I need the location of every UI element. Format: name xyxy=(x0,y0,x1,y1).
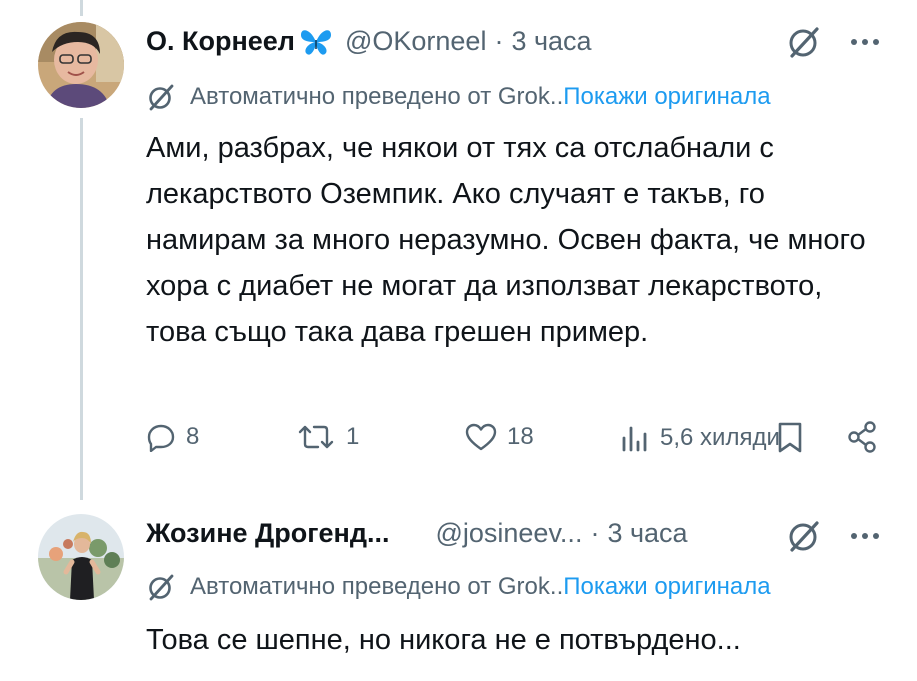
heart-icon xyxy=(465,423,497,451)
avatar[interactable] xyxy=(38,514,124,600)
reply-button[interactable]: 8 xyxy=(146,422,199,452)
author-name[interactable]: О. Корнеел xyxy=(146,26,295,57)
avatar[interactable] xyxy=(38,22,124,108)
grok-icon xyxy=(146,82,180,112)
tweet[interactable]: Жозине Дрогенд... @josineev... · 3 часа … xyxy=(0,500,917,681)
analytics-icon xyxy=(622,426,647,452)
translation-note: Автоматично преведено от Grok.. xyxy=(190,573,564,600)
translation-notice: Автоматично преведено от Grok.. Покажи о… xyxy=(146,82,771,112)
views-button[interactable]: 5,6 хиляди xyxy=(620,424,780,452)
bookmark-button[interactable] xyxy=(775,420,805,454)
action-bar: 8 1 18 5,6 хиляди xyxy=(0,420,917,460)
share-button[interactable] xyxy=(846,420,878,454)
author-handle[interactable]: @josineev... xyxy=(435,518,582,549)
show-original-link[interactable]: Покажи оригинала xyxy=(563,573,770,601)
more-options-icon[interactable] xyxy=(845,22,885,62)
grok-icon[interactable] xyxy=(784,516,824,556)
tweet-header: Жозине Дрогенд... @josineev... · 3 часа xyxy=(146,518,688,549)
tweet[interactable]: О. Корнеел @OKorneel · 3 часа Автоматичн… xyxy=(0,0,917,500)
share-icon xyxy=(848,421,876,453)
more-options-icon[interactable] xyxy=(845,516,885,556)
like-count: 18 xyxy=(507,423,534,450)
grok-icon xyxy=(146,572,180,602)
like-button[interactable]: 18 xyxy=(465,422,534,452)
show-original-link[interactable]: Покажи оригинала xyxy=(563,83,770,111)
bookmark-icon xyxy=(778,422,802,453)
translation-note: Автоматично преведено от Grok.. xyxy=(190,83,564,110)
author-name[interactable]: Жозине Дрогенд... xyxy=(146,518,389,549)
repost-icon xyxy=(298,425,334,449)
timestamp[interactable]: 3 часа xyxy=(607,518,687,549)
separator-dot: · xyxy=(494,26,504,56)
repost-button[interactable]: 1 xyxy=(296,422,359,452)
separator-dot: · xyxy=(590,518,600,548)
butterfly-icon xyxy=(299,27,333,57)
translation-notice: Автоматично преведено от Grok.. Покажи о… xyxy=(146,572,771,602)
repost-count: 1 xyxy=(346,423,360,450)
timestamp[interactable]: 3 часа xyxy=(511,26,591,57)
grok-icon[interactable] xyxy=(784,22,824,62)
tweet-text: Това се шепне, но никога не е потвърдено… xyxy=(146,624,741,656)
tweet-text: Ами, разбрах, че някои от тях са отслабн… xyxy=(146,132,866,348)
tweet-header: О. Корнеел @OKorneel · 3 часа xyxy=(146,26,592,57)
author-handle[interactable]: @OKorneel xyxy=(345,26,486,57)
reply-icon xyxy=(147,424,175,452)
view-count: 5,6 хиляди xyxy=(660,424,780,451)
reply-count: 8 xyxy=(186,423,200,450)
